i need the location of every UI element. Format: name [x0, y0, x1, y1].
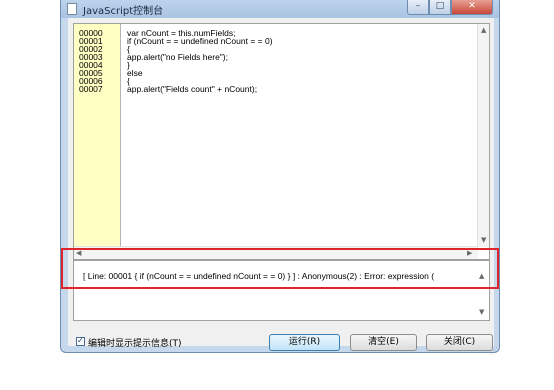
resize-grip-icon[interactable]: ⋰	[490, 346, 498, 355]
checkmark-icon: ✓	[77, 336, 84, 345]
title-bar[interactable]: JavaScript控制台 – □ ✕	[61, 0, 499, 18]
code-editor[interactable]: 00000 00001 00002 00003 00004 00005 0000…	[73, 23, 490, 260]
minimize-icon: –	[415, 1, 421, 11]
console-window: JavaScript控制台 – □ ✕ 00000 00001 00002 00…	[60, 0, 500, 353]
scroll-down-icon[interactable]: ▼	[481, 236, 486, 244]
client-area: 00000 00001 00002 00003 00004 00005 0000…	[68, 18, 494, 346]
editor-vertical-scrollbar[interactable]: ▲ ▼	[477, 24, 489, 247]
close-icon: ✕	[468, 1, 476, 11]
scroll-up-icon[interactable]: ▲	[481, 26, 486, 34]
code-line: app.alert("no Fields here");	[127, 52, 228, 62]
show-hints-label[interactable]: 编辑时显示提示信息(T)	[88, 336, 182, 349]
code-line: if (nCount = = undefined nCount = = 0)	[127, 36, 273, 46]
clear-button[interactable]: 清空(E)	[350, 334, 417, 351]
close-button[interactable]: 关闭(C)	[426, 334, 493, 351]
maximize-icon: □	[435, 1, 445, 11]
close-window-button[interactable]: ✕	[451, 0, 493, 15]
scroll-down-icon[interactable]: ▼	[479, 308, 484, 316]
show-hints-checkbox[interactable]: ✓	[76, 336, 85, 346]
window-title: JavaScript控制台	[83, 6, 164, 17]
line-number: 00007	[79, 84, 103, 94]
maximize-button[interactable]: □	[429, 0, 451, 15]
line-number-gutter: 00000 00001 00002 00003 00004 00005 0000…	[74, 24, 121, 247]
error-highlight-box	[61, 248, 499, 289]
code-line: app.alert("Fields count" + nCount);	[127, 84, 258, 94]
run-button[interactable]: 运行(R)	[269, 334, 340, 351]
minimize-button[interactable]: –	[407, 0, 429, 15]
app-icon	[67, 3, 77, 15]
